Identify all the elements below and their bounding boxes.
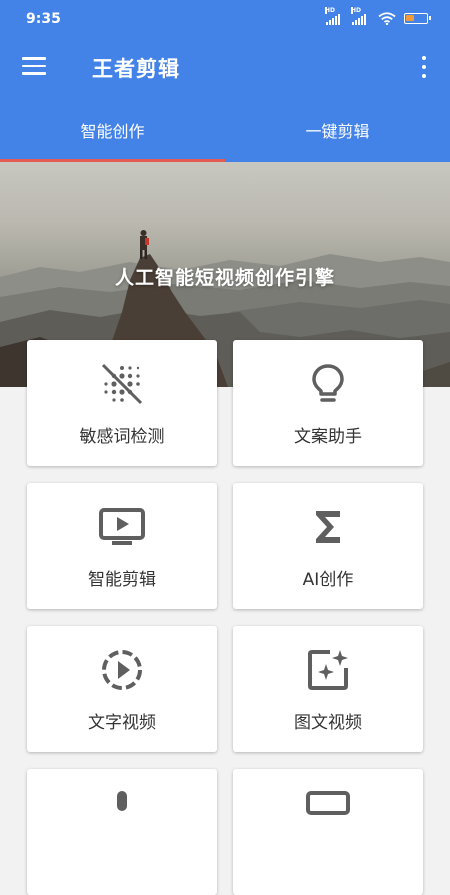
feature-card-smart-edit[interactable]: 智能剪辑 [27,483,217,609]
battery-level [406,15,414,21]
feature-card-screen[interactable] [233,769,423,895]
blur-off-icon [101,363,143,405]
slow-motion-video-icon [102,650,142,690]
feature-card-sensitive-word-check[interactable]: 敏感词检测 [27,340,217,466]
signal-icon: HD [351,6,366,25]
app-title: 王者剪辑 [92,57,180,81]
feature-card-copywriting-assistant[interactable]: 文案助手 [233,340,423,466]
more-vert-icon[interactable] [420,56,428,78]
monitor-icon [306,791,350,815]
tv-play-icon [99,508,145,545]
mic-icon [117,791,127,811]
feature-card-image-text-video[interactable]: 图文视频 [233,626,423,752]
feature-label: 文字视频 [88,713,156,733]
tab-label: 智能创作 [80,122,145,141]
wifi-icon [378,12,396,25]
feature-label: AI创作 [302,570,354,590]
battery-icon [404,13,431,24]
status-time: 9:35 [26,11,61,27]
feature-card-voice[interactable] [27,769,217,895]
sigma-icon [316,511,340,543]
signal-icon: HD [325,6,340,25]
status-bar: 9:35 HD HD [0,0,450,38]
hd-badge: HD [325,6,336,14]
hd-badge: HD [351,6,362,14]
status-icons: HD HD [325,6,431,25]
hamburger-menu-icon[interactable] [22,57,46,77]
feature-label: 图文视频 [294,713,362,733]
feature-card-text-video[interactable]: 文字视频 [27,626,217,752]
banner-slogan: 人工智能短视频创作引擎 [114,267,335,289]
feature-label: 文案助手 [294,427,362,447]
tab-bar: 智能创作 一键剪辑 [0,96,450,162]
feature-label: 敏感词检测 [79,427,165,447]
tab-one-click-edit[interactable]: 一键剪辑 [225,96,450,162]
auto-awesome-image-icon [308,650,348,690]
feature-label: 智能剪辑 [88,570,156,590]
app-bar: 王者剪辑 [0,38,450,96]
tab-smart-create[interactable]: 智能创作 [0,96,225,162]
tab-label: 一键剪辑 [305,122,370,141]
hiker-figure [140,230,149,259]
feature-card-ai-create[interactable]: AI创作 [233,483,423,609]
lightbulb-icon [312,364,344,402]
